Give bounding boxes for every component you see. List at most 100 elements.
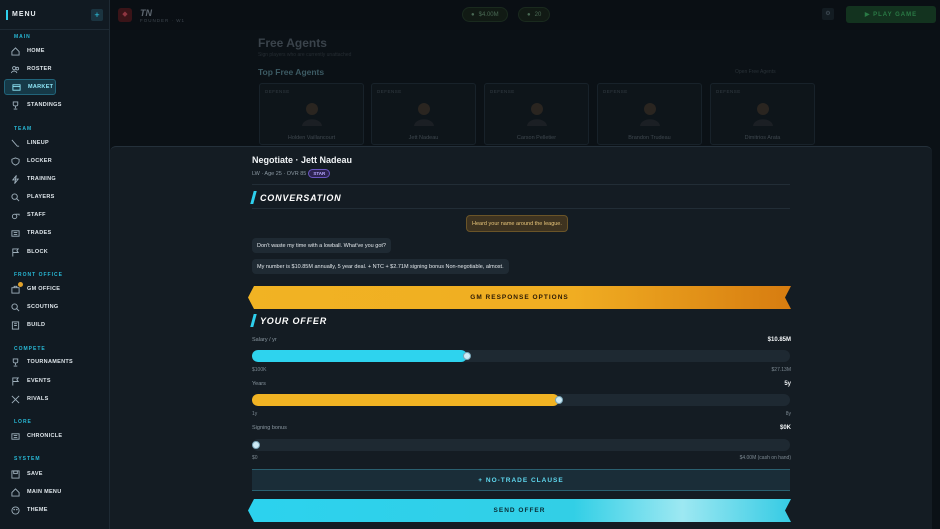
free-agent-card[interactable]: DEFENSE Dimitrios Arata [710, 83, 815, 145]
people-icon: ● [527, 11, 531, 18]
sidebar-item-market[interactable]: MARKET [4, 79, 56, 95]
no-trade-clause-button[interactable]: + NO-TRADE CLAUSE [252, 469, 790, 491]
player-meta-text: LW · Age 25 · OVR 85 [252, 170, 307, 177]
sidebar-item-events[interactable]: EVENTS [4, 373, 104, 389]
swap-icon [11, 229, 20, 238]
trophy-icon [11, 100, 20, 110]
flag-icon [11, 376, 20, 386]
years-slider-fill [252, 394, 560, 406]
section-team: TEAM [14, 126, 33, 132]
sidebar-item-label: BUILD [27, 322, 46, 328]
years-value: 5y [784, 381, 791, 387]
divider [252, 208, 790, 209]
sidebar-item-save[interactable]: SAVE [4, 466, 104, 482]
free-agent-card[interactable]: DEFENSE Jett Nadeau [371, 83, 476, 145]
count-value: 20 [534, 11, 542, 18]
sidebar-item-lineup[interactable]: LINEUP [4, 135, 104, 151]
modal-title: Negotiate · Jett Nadeau [252, 155, 353, 165]
sidebar-item-theme[interactable]: THEME [4, 502, 104, 518]
sidebar-item-label: GM OFFICE [27, 286, 61, 292]
sidebar-item-staff[interactable]: STAFF [4, 207, 104, 223]
sidebar-item-label: PLAYERS [27, 194, 55, 200]
users-icon [11, 65, 20, 74]
section-compete: COMPETE [14, 346, 46, 352]
sidebar-item-label: RIVALS [27, 396, 49, 402]
sidebar-item-training[interactable]: TRAINING [4, 171, 104, 187]
send-offer-button[interactable]: SEND OFFER [248, 499, 791, 522]
team-meta: FOUNDER · W1 [140, 17, 185, 23]
your-offer-heading: YOUR OFFER [250, 314, 328, 327]
free-agent-card[interactable]: DEFENSE Holden Vaillancourt [259, 83, 364, 145]
shield-icon [11, 156, 20, 166]
your-offer-heading-text: YOUR OFFER [260, 315, 328, 326]
sidebar-item-label: TOURNAMENTS [27, 359, 73, 365]
card-name: Holden Vaillancourt [287, 135, 336, 141]
salary-min: $100K [252, 367, 267, 373]
avatar-icon [640, 103, 660, 126]
sidebar-item-tournaments[interactable]: TOURNAMENTS [4, 354, 104, 370]
card-position: DEFENSE [377, 89, 402, 94]
salary-value: $10.85M [767, 337, 791, 343]
player-meta: LW · Age 25 · OVR 85 STAR [252, 169, 331, 178]
bonus-max: $4.00M (cash on hand) [739, 455, 791, 461]
sidebar-item-trades[interactable]: TRADES [4, 225, 104, 241]
section-heading: Top Free Agents [258, 67, 325, 77]
sidebar-item-roster[interactable]: ROSTER [4, 61, 104, 77]
team-logo-icon: ◆ [118, 8, 132, 22]
sidebar-item-scouting[interactable]: SCOUTING [4, 299, 104, 315]
play-game-button[interactable]: ▶ PLAY GAME [846, 6, 936, 23]
sidebar-item-label: ROSTER [27, 66, 52, 72]
card-name: Carson Pelletier [516, 135, 557, 141]
years-slider-thumb[interactable] [555, 396, 564, 404]
menu-toggle-button[interactable]: + [91, 8, 103, 21]
cash-value: $4.00M [478, 11, 499, 18]
sidebar: MENU + MAIN HOME ROSTER MARKET STANDINGS… [0, 0, 110, 529]
free-agent-card[interactable]: DEFENSE Brandon Trudeau [597, 83, 702, 145]
sidebar-item-label: STANDINGS [27, 102, 62, 108]
section-main: MAIN [14, 34, 31, 40]
sidebar-item-locker[interactable]: LOCKER [4, 153, 104, 169]
sidebar-item-label: LOCKER [27, 158, 53, 164]
heading-accent-bar [250, 314, 257, 327]
swords-icon [11, 395, 20, 404]
avatar-icon [753, 103, 773, 126]
sidebar-item-players[interactable]: PLAYERS [4, 189, 104, 205]
team-abbreviation: TN [140, 7, 152, 18]
bonus-label: Signing bonus [252, 425, 287, 431]
sidebar-item-rivals[interactable]: RIVALS [4, 391, 104, 407]
sidebar-item-chronicle[interactable]: CHRONICLE [4, 428, 104, 444]
sidebar-item-main-menu[interactable]: MAIN MENU [4, 484, 104, 500]
open-free-agents-link[interactable]: Open Free Agents [735, 69, 776, 75]
bonus-slider-thumb[interactable] [252, 441, 260, 449]
divider [252, 184, 790, 185]
cash-pill: ● $4.00M [462, 7, 508, 22]
sidebar-item-label: STAFF [27, 212, 46, 218]
free-agent-card[interactable]: DEFENSE Carson Pelletier [484, 83, 589, 145]
bonus-slider[interactable] [252, 439, 790, 451]
sidebar-item-gm-office[interactable]: GM OFFICE [4, 281, 104, 297]
salary-slider-thumb[interactable] [463, 352, 472, 360]
heading-accent-bar [250, 191, 257, 204]
section-system: SYSTEM [14, 456, 41, 462]
settings-button[interactable]: ⚙ [822, 8, 834, 20]
years-slider[interactable] [252, 394, 790, 406]
gm-response-options-button[interactable]: GM RESPONSE OPTIONS [248, 286, 791, 309]
section-lore: LORE [14, 419, 32, 425]
coin-icon: ● [471, 11, 475, 18]
years-min: 1y [252, 411, 258, 417]
sidebar-item-build[interactable]: BUILD [4, 317, 104, 333]
sidebar-item-home[interactable]: HOME [4, 43, 104, 59]
menu-header: MENU + [0, 0, 109, 30]
book-icon [11, 432, 20, 441]
card-position: DEFENSE [490, 89, 515, 94]
search-icon [11, 192, 20, 202]
sidebar-item-block[interactable]: BLOCK [4, 244, 104, 260]
card-position: DEFENSE [716, 89, 741, 94]
bonus-min: $0 [252, 455, 258, 461]
conversation-heading: CONVERSATION [250, 191, 341, 204]
salary-slider[interactable] [252, 350, 790, 362]
sidebar-item-label: HOME [27, 48, 45, 54]
avatar-icon [302, 103, 322, 126]
avatar-icon [414, 103, 434, 126]
sidebar-item-standings[interactable]: STANDINGS [4, 97, 104, 113]
